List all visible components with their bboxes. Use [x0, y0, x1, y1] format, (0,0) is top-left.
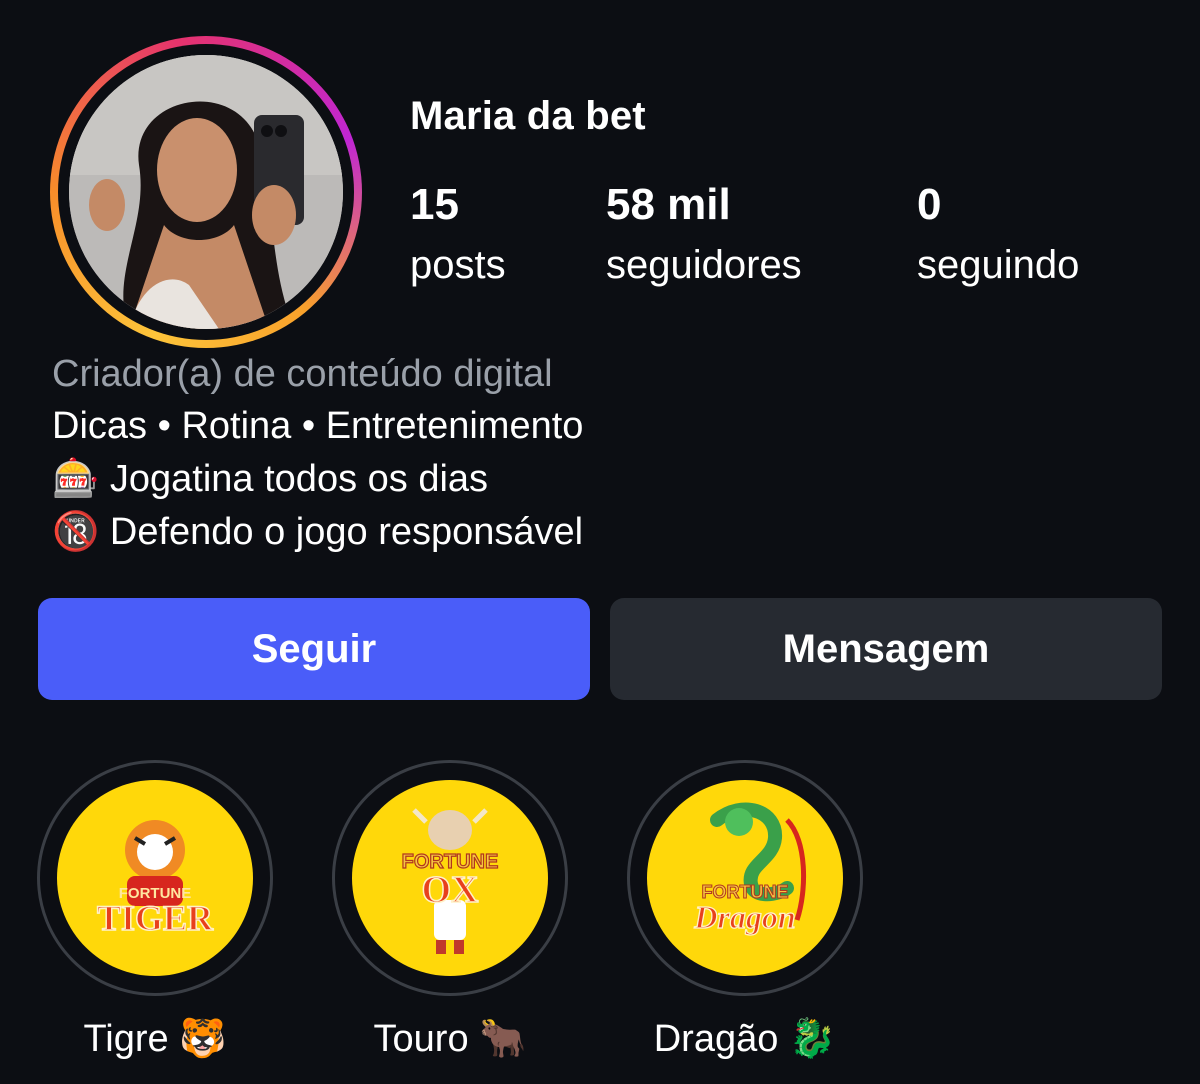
highlight-ring: FORTUNE TIGER [37, 760, 273, 996]
follow-button[interactable]: Seguir [38, 598, 590, 700]
posts-value: 15 [410, 180, 459, 229]
bio-line-1: Dicas • Rotina • Entretenimento [52, 405, 584, 447]
posts-label: posts [410, 243, 506, 287]
bio-line-3-text: Defendo o jogo responsável [109, 511, 584, 553]
fortune-dragon-logo-icon: FORTUNE Dragon [693, 802, 806, 936]
fortune-tiger-logo-icon: FORTUNE TIGER [96, 820, 215, 939]
highlight-tigre[interactable]: FORTUNE TIGER Tigre 🐯 [35, 760, 275, 1062]
followers-label: seguidores [606, 243, 802, 287]
highlight-label: Touro 🐂 [373, 1018, 527, 1060]
highlight-label: Tigre 🐯 [83, 1018, 227, 1060]
bio-line-2-text: Jogatina todos os dias [109, 458, 489, 500]
highlight-dragao[interactable]: FORTUNE Dragon Dragão 🐉 [625, 760, 865, 1062]
following-value: 0 [917, 180, 942, 229]
logo-line2: Dragon [693, 899, 795, 935]
slot-machine-icon: 🎰 [52, 456, 100, 500]
avatar[interactable] [69, 55, 343, 329]
bio-line-2: 🎰 Jogatina todos os dias [52, 452, 583, 505]
avatar-story-ring[interactable] [50, 36, 362, 348]
following-count[interactable]: 0 seguindo [917, 180, 1079, 290]
profile-username: Maria da bet [410, 94, 646, 138]
followers-value: 58 mil [606, 180, 731, 229]
profile-photo-icon [69, 55, 343, 329]
following-label: seguindo [917, 243, 1080, 287]
highlight-cover: FORTUNE OX [352, 780, 548, 976]
bio-line-3: 🔞 Defendo o jogo responsável [52, 505, 583, 558]
logo-line2: TIGER [97, 898, 214, 938]
posts-count[interactable]: 15 posts [410, 180, 506, 290]
under-18-icon: 🔞 [52, 509, 100, 553]
highlight-cover: FORTUNE TIGER [57, 780, 253, 976]
logo-line2: OX [422, 869, 479, 911]
followers-count[interactable]: 58 mil seguidores [606, 180, 802, 290]
highlight-label: Dragão 🐉 [653, 1018, 837, 1060]
highlight-ring: FORTUNE Dragon [627, 760, 863, 996]
message-button[interactable]: Mensagem [610, 598, 1162, 700]
highlight-touro[interactable]: FORTUNE OX Touro 🐂 [330, 760, 570, 1062]
bio-category: Criador(a) de conteúdo digital [52, 353, 553, 395]
profile-bio: Criador(a) de conteúdo digital Dicas • R… [52, 348, 583, 558]
highlight-ring: FORTUNE OX [332, 760, 568, 996]
fortune-ox-logo-icon: FORTUNE OX [401, 808, 499, 954]
highlight-cover: FORTUNE Dragon [647, 780, 843, 976]
